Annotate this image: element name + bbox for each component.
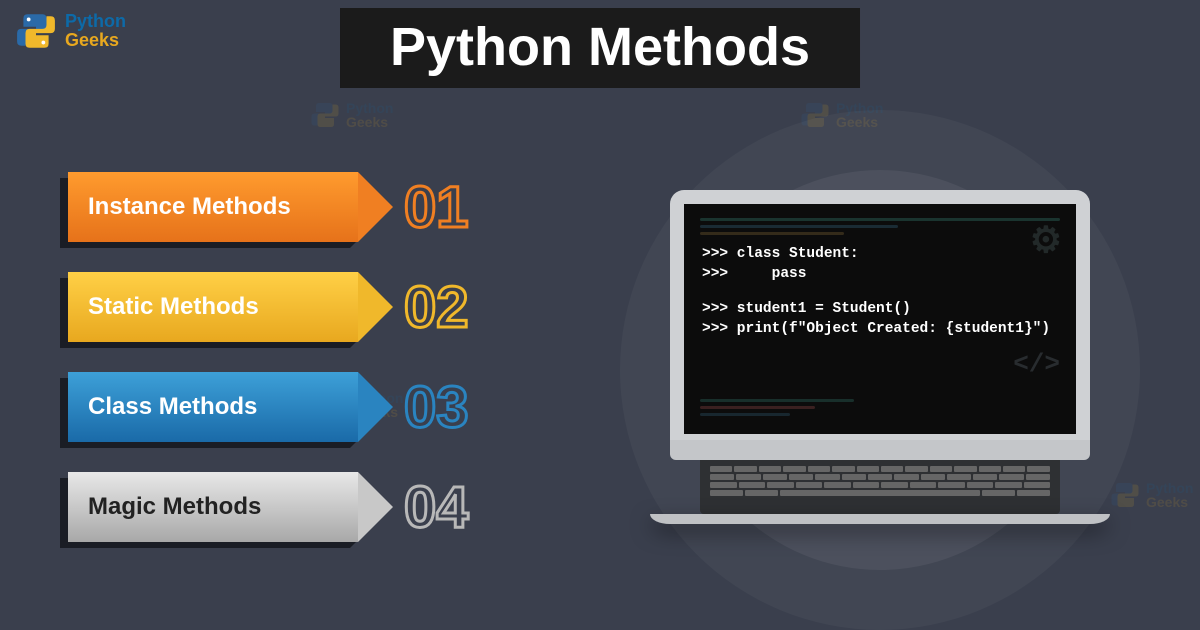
arrow-number: 01 bbox=[404, 174, 469, 241]
laptop-illustration: ⚙ >>> class Student: >>> pass >>> studen… bbox=[620, 140, 1140, 600]
arrow-label: Magic Methods bbox=[88, 493, 261, 521]
code-decoration-top bbox=[700, 218, 1060, 239]
python-logo-icon bbox=[15, 10, 57, 52]
arrow-number: 02 bbox=[404, 274, 469, 341]
laptop-hinge bbox=[670, 440, 1090, 460]
code-line: >>> student1 = Student() bbox=[702, 299, 1058, 319]
page-title: Python Methods bbox=[340, 8, 860, 88]
list-item-static-methods: Static Methods 02 bbox=[68, 272, 469, 342]
code-bracket-icon: </> bbox=[1013, 346, 1060, 382]
arrow-label: Class Methods bbox=[88, 393, 257, 421]
logo-line1: Python bbox=[65, 12, 126, 31]
laptop-screen: ⚙ >>> class Student: >>> pass >>> studen… bbox=[684, 204, 1076, 434]
arrow-label: Instance Methods bbox=[88, 193, 291, 221]
laptop: ⚙ >>> class Student: >>> pass >>> studen… bbox=[670, 190, 1090, 524]
laptop-keyboard bbox=[700, 460, 1060, 514]
logo-line2: Geeks bbox=[65, 31, 126, 50]
code-decoration-bottom bbox=[700, 399, 956, 420]
watermark: PythonGeeks bbox=[310, 100, 393, 130]
list-item-class-methods: Class Methods 03 bbox=[68, 372, 469, 442]
code-line: >>> pass bbox=[702, 264, 1058, 284]
laptop-base bbox=[650, 514, 1110, 524]
arrow-number: 03 bbox=[404, 374, 469, 441]
code-line: >>> print(f"Object Created: {student1}") bbox=[702, 319, 1058, 339]
list-item-instance-methods: Instance Methods 01 bbox=[68, 172, 469, 242]
method-list: Instance Methods 01 Static Methods 02 Cl… bbox=[68, 172, 469, 542]
laptop-screen-frame: ⚙ >>> class Student: >>> pass >>> studen… bbox=[670, 190, 1090, 440]
code-line: >>> class Student: bbox=[702, 244, 1058, 264]
logo-text: Python Geeks bbox=[65, 12, 126, 50]
list-item-magic-methods: Magic Methods 04 bbox=[68, 472, 469, 542]
python-geeks-logo: Python Geeks bbox=[15, 10, 126, 52]
arrow-label: Static Methods bbox=[88, 293, 259, 321]
gear-icon: ⚙ bbox=[1030, 218, 1062, 268]
arrow-number: 04 bbox=[404, 474, 469, 541]
